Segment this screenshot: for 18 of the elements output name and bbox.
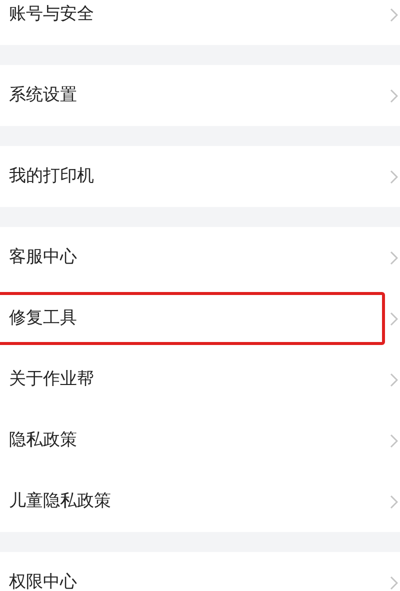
chevron-icon xyxy=(390,8,398,22)
row-label: 儿童隐私政策 xyxy=(9,490,111,513)
row-label: 隐私政策 xyxy=(9,428,77,452)
chevron-icon xyxy=(390,170,398,184)
chevron-icon xyxy=(390,494,398,508)
row-label: 关于作业帮 xyxy=(9,368,94,391)
row-label: 修复工具 xyxy=(9,306,77,330)
chevron-icon xyxy=(390,88,398,102)
chevron-icon xyxy=(390,250,398,264)
row-label: 客服中心 xyxy=(9,246,77,269)
chevron-icon xyxy=(390,434,398,448)
chevron-icon xyxy=(390,372,398,386)
row-label: 我的打印机 xyxy=(9,164,94,188)
row-label: 账号与安全 xyxy=(9,2,94,26)
row-label: 系统设置 xyxy=(9,84,77,107)
chevron-icon xyxy=(390,312,398,326)
chevron-icon xyxy=(390,576,398,590)
row-label: 权限中心 xyxy=(9,570,77,591)
